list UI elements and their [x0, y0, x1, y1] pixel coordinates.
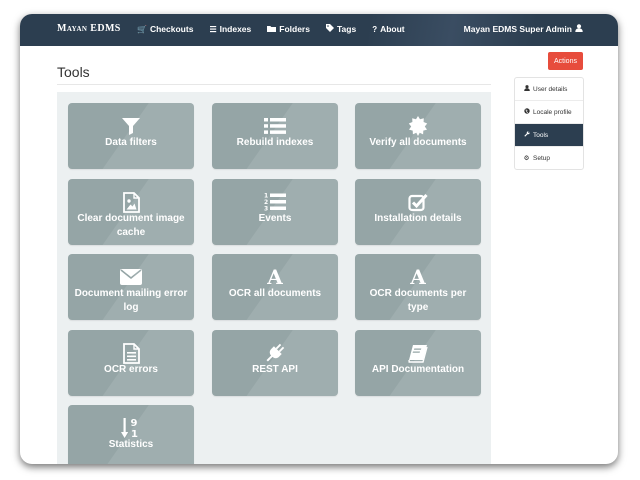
nav-item-tags[interactable]: Tags [325, 24, 357, 34]
nav-label: Checkouts [149, 24, 194, 34]
sidebar-item-label: Locale profile [533, 108, 572, 116]
sort-numeric-icon: 9 1 [68, 417, 194, 440]
tool-label: OCR documents per type [369, 288, 467, 313]
tool-label: Statistics [108, 439, 154, 450]
main-nav: 🛒 Checkouts ☰ Indexes Folders Tags ? Abo… [137, 24, 405, 34]
cart-icon: 🛒 [137, 24, 147, 34]
globe-icon [523, 108, 530, 116]
tool-label: Rebuild indexes [236, 137, 314, 148]
user-menu-label: Mayan EDMS Super Admin [463, 24, 572, 34]
nav-item-about[interactable]: ? About [372, 24, 404, 34]
tool-label: Data filters [105, 137, 157, 148]
sidebar-item-locale-profile[interactable]: Locale profile [515, 101, 583, 124]
actions-button[interactable]: Actions [548, 52, 583, 70]
tool-label: Document mailing error log [74, 288, 188, 313]
sidebar-item-label: Setup [533, 154, 550, 162]
filter-icon [68, 115, 194, 137]
sidebar-menu: User details Locale profile Tools ⚙ Setu… [514, 77, 584, 170]
tool-clear-image-cache[interactable]: Clear document image cache [68, 179, 194, 245]
tool-label: Events [258, 213, 292, 224]
user-menu[interactable]: Mayan EDMS Super Admin [464, 24, 583, 34]
certificate-icon [355, 115, 481, 137]
book-icon [355, 342, 481, 364]
nav-item-checkouts[interactable]: 🛒 Checkouts [137, 24, 193, 34]
tool-events[interactable]: 1 2 3 Events [212, 179, 338, 245]
tool-ocr-errors[interactable]: OCR errors [68, 330, 194, 396]
svg-text:1: 1 [131, 429, 138, 440]
image-file-icon [68, 191, 194, 213]
title-divider [57, 84, 491, 85]
folder-icon [267, 25, 277, 34]
tool-rebuild-indexes[interactable]: Rebuild indexes [212, 103, 338, 169]
nav-label: Folders [279, 24, 310, 34]
tool-label: OCR all documents [228, 288, 322, 299]
tool-label: OCR errors [104, 364, 158, 375]
tag-icon [325, 24, 334, 34]
tool-ocr-documents-per-type[interactable]: A OCR documents per type [355, 254, 481, 320]
tool-document-mailing-error-log[interactable]: Document mailing error log [68, 254, 194, 320]
tool-api-documentation[interactable]: API Documentation [355, 330, 481, 396]
tool-data-filters[interactable]: Data filters [68, 103, 194, 169]
gear-icon: ⚙ [523, 155, 530, 162]
brand-logo[interactable]: Mayan EDMS [57, 23, 121, 34]
letter-a-icon: A [410, 265, 426, 289]
check-square-icon [355, 191, 481, 213]
tool-label: REST API [252, 364, 298, 375]
tool-installation-details[interactable]: Installation details [355, 179, 481, 245]
letter-a-icon: A [267, 265, 283, 289]
envelope-icon [68, 266, 194, 288]
question-icon: ? [372, 24, 378, 34]
nav-label: Tags [336, 24, 357, 34]
tool-label: Installation details [374, 213, 462, 224]
tool-ocr-all-documents[interactable]: A OCR all documents [212, 254, 338, 320]
nav-label: Indexes [219, 24, 252, 34]
sidebar-item-setup[interactable]: ⚙ Setup [515, 147, 583, 169]
user-icon [575, 24, 583, 34]
user-icon [523, 85, 530, 93]
nav-item-indexes[interactable]: ☰ Indexes [209, 24, 251, 34]
tool-label: Clear document image cache [77, 213, 185, 238]
app-window: Mayan EDMS 🛒 Checkouts ☰ Indexes Folders [20, 14, 618, 464]
tool-verify-all-documents[interactable]: Verify all documents [355, 103, 481, 169]
sidebar-item-tools[interactable]: Tools [515, 124, 583, 147]
page-title: Tools [57, 64, 90, 80]
list-icon [212, 115, 338, 137]
wrench-icon [523, 131, 530, 139]
sidebar-item-label: User details [533, 85, 568, 93]
tool-label: Verify all documents [369, 137, 467, 148]
nav-item-folders[interactable]: Folders [267, 24, 310, 34]
top-navbar: Mayan EDMS 🛒 Checkouts ☰ Indexes Folders [20, 14, 618, 46]
tool-label: API Documentation [371, 364, 465, 375]
tool-rest-api[interactable]: REST API [212, 330, 338, 396]
nav-label: About [380, 24, 405, 34]
ordered-list-icon: 1 2 3 [212, 191, 338, 213]
sidebar-item-user-details[interactable]: User details [515, 78, 583, 101]
tool-statistics[interactable]: 9 1 Statistics [68, 405, 194, 464]
list-icon: ☰ [209, 24, 217, 34]
plug-icon [212, 342, 338, 364]
sidebar-item-label: Tools [533, 131, 549, 139]
svg-text:9: 9 [131, 418, 138, 429]
text-file-icon [68, 342, 194, 364]
